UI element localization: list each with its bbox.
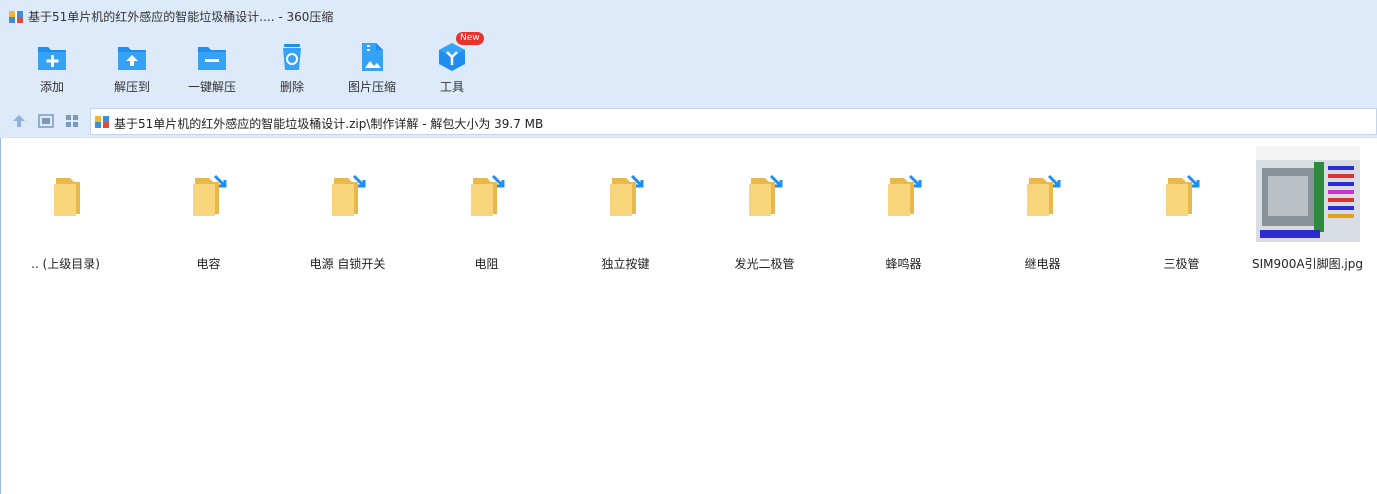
left-border	[0, 138, 1, 494]
file-name: 电阻	[474, 257, 499, 271]
file-name: 发光二极管	[734, 257, 795, 271]
title-bar: 基于51单片机的红外感应的智能垃圾桶设计.... - 360压缩	[0, 0, 1377, 34]
image-compress-icon	[362, 43, 383, 71]
add-label: 添加	[39, 80, 64, 94]
folder-icon	[54, 178, 80, 216]
thumbnail-view-icon[interactable]	[64, 113, 80, 129]
one-click-extract-button[interactable]: 一键解压	[172, 40, 252, 100]
one-click-extract-icon	[198, 47, 226, 70]
tools-button[interactable]: New 工具	[412, 32, 492, 100]
image-compress-button[interactable]: 图片压缩	[332, 40, 412, 100]
file-name: 电源 自锁开关	[309, 257, 386, 271]
toolbar: 添加 解压到 一键解压 删除 图片压缩 New 工具	[0, 32, 1377, 106]
archive-icon	[95, 116, 109, 128]
image-compress-label: 图片压缩	[347, 80, 396, 94]
extract-to-label: 解压到	[113, 80, 150, 94]
folder-icon	[610, 174, 644, 216]
add-button[interactable]: 添加	[12, 40, 92, 100]
file-name: 独立按键	[601, 257, 650, 271]
one-click-extract-label: 一键解压	[187, 80, 236, 94]
file-grid: .. (上级目录) 电容 电源 自锁开关 电阻 独立按键 发光二极管 蜂鸣器 继…	[0, 138, 1377, 494]
address-bar[interactable]: 基于51单片机的红外感应的智能垃圾桶设计.zip\制作详解 - 解包大小为 39…	[90, 108, 1377, 135]
folder-item[interactable]: 电阻	[417, 146, 556, 271]
folder-item[interactable]: 继电器	[973, 146, 1112, 271]
archive-app-icon	[9, 11, 23, 23]
list-view-icon[interactable]	[38, 113, 54, 129]
delete-icon	[283, 44, 301, 70]
image-thumbnail	[1256, 146, 1360, 242]
add-icon	[38, 47, 66, 70]
extract-to-icon	[118, 47, 146, 70]
folder-icon	[471, 174, 505, 216]
address-row: 基于51单片机的红外感应的智能垃圾桶设计.zip\制作详解 - 解包大小为 39…	[0, 106, 1377, 137]
file-name: 电容	[196, 257, 221, 271]
up-arrow-icon[interactable]	[11, 113, 27, 129]
folder-icon	[1027, 174, 1061, 216]
folder-icon	[1166, 174, 1200, 216]
file-name: SIM900A引脚图.jpg	[1251, 257, 1363, 271]
window-title: 基于51单片机的红外感应的智能垃圾桶设计.... - 360压缩	[28, 10, 334, 24]
tools-label: 工具	[439, 80, 464, 94]
file-name: 蜂鸣器	[885, 257, 922, 271]
extract-to-button[interactable]: 解压到	[92, 40, 172, 100]
folder-icon	[332, 174, 366, 216]
folder-icon	[193, 174, 227, 216]
file-name: 三极管	[1163, 257, 1200, 271]
folder-icon	[749, 174, 783, 216]
new-badge: New	[456, 32, 484, 45]
delete-button[interactable]: 删除	[252, 40, 332, 100]
file-name: .. (上级目录)	[31, 257, 100, 271]
folder-icon	[888, 174, 922, 216]
folder-item[interactable]: 独立按键	[556, 146, 695, 271]
folder-item[interactable]: 蜂鸣器	[834, 146, 973, 271]
parent-folder-item[interactable]: .. (上级目录)	[0, 146, 135, 271]
image-file-item[interactable]: SIM900A引脚图.jpg	[1238, 146, 1377, 271]
file-name: 继电器	[1024, 257, 1061, 271]
tools-icon	[439, 43, 465, 71]
folder-item[interactable]: 电容	[139, 146, 278, 271]
delete-label: 删除	[279, 80, 304, 94]
folder-item[interactable]: 电源 自锁开关	[278, 146, 417, 271]
address-path: 基于51单片机的红外感应的智能垃圾桶设计.zip\制作详解 - 解包大小为 39…	[114, 117, 544, 131]
folder-item[interactable]: 三极管	[1112, 146, 1251, 271]
folder-item[interactable]: 发光二极管	[695, 146, 834, 271]
